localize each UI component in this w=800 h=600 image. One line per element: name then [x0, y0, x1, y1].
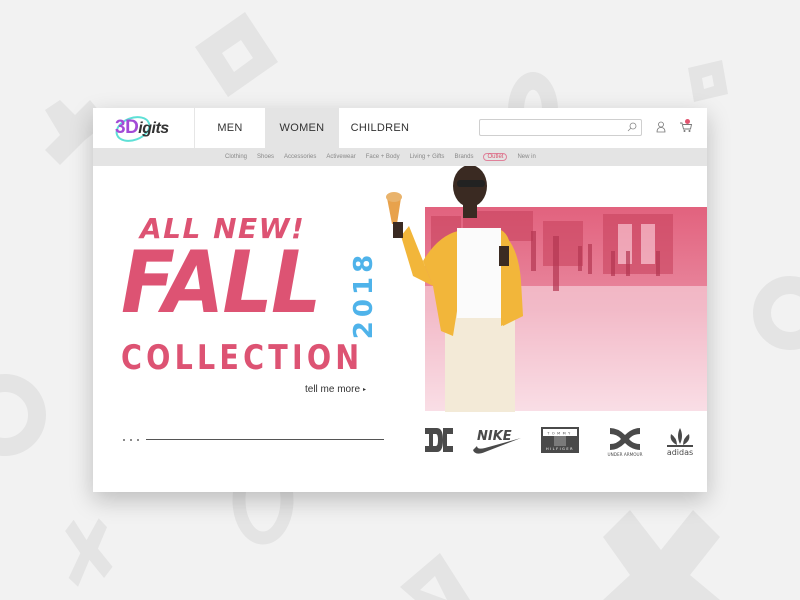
- website-mockup: 3Digits MEN WOMEN CHILDREN Clothing Shoe…: [93, 108, 707, 492]
- bg-x-shape: [65, 518, 113, 587]
- play-arrow-icon: ▸: [363, 386, 367, 393]
- subnav-item-clothing[interactable]: Clothing: [225, 154, 247, 160]
- subnav-item-face-body[interactable]: Face + Body: [366, 154, 400, 160]
- bg-ring-shape: [0, 374, 46, 456]
- bg-ring-shape: [753, 276, 800, 350]
- nike-wordmark: NIKE: [477, 429, 512, 444]
- subnav-item-accessories[interactable]: Accessories: [284, 154, 316, 160]
- search-input[interactable]: [480, 122, 620, 138]
- model-figure: [386, 166, 523, 412]
- hero-subhead: COLLECTION: [121, 338, 364, 378]
- subnav-item-shoes[interactable]: Shoes: [257, 154, 274, 160]
- nav-tab-women[interactable]: WOMEN: [265, 108, 339, 148]
- subnav-item-outlet[interactable]: Outlet: [483, 153, 508, 161]
- nav-tab-children[interactable]: CHILDREN: [339, 108, 421, 148]
- svg-text:TOMMY: TOMMY: [546, 432, 573, 436]
- brand-logos-row: ★ NIKE TOMMY HILFIGER UNDER ARMOUR adida…: [423, 426, 703, 462]
- nav-tab-men[interactable]: MEN: [195, 108, 265, 148]
- brand-adidas-logo[interactable]: adidas: [663, 426, 697, 458]
- logo-text: 3Digits: [115, 117, 169, 139]
- search-icon[interactable]: [627, 122, 637, 132]
- user-account-icon[interactable]: [656, 121, 666, 133]
- brand-dc-logo[interactable]: ★: [423, 426, 455, 454]
- top-navigation-bar: 3Digits MEN WOMEN CHILDREN: [93, 108, 707, 148]
- search-box: [479, 119, 642, 138]
- category-subnav: Clothing Shoes Accessories Activewear Fa…: [93, 148, 707, 166]
- logo-3d: 3D: [115, 117, 139, 138]
- tell-me-more-link[interactable]: tell me more ▸: [305, 384, 366, 395]
- hero-text-block: ALL NEW! FALL COLLECTION 2018 tell me mo…: [93, 166, 403, 492]
- subnav-item-living-gifts[interactable]: Living + Gifts: [410, 154, 445, 160]
- bg-diamond-shape: [400, 553, 470, 600]
- bg-x-shape: [603, 510, 720, 600]
- logo-igits: igits: [138, 120, 169, 137]
- hero-headline: FALL: [121, 233, 321, 333]
- bg-diamond-shape: [195, 12, 278, 97]
- sunglasses-icon: [457, 180, 485, 187]
- cart-badge: [685, 119, 690, 124]
- dc-star: ★: [450, 437, 455, 444]
- brand-logo[interactable]: 3Digits: [93, 108, 195, 148]
- svg-text:adidas: adidas: [667, 448, 693, 457]
- hero-year: 2018: [349, 248, 379, 340]
- svg-text:HILFIGER: HILFIGER: [546, 447, 574, 451]
- carousel-dot[interactable]: [130, 439, 132, 441]
- subnav-item-activewear[interactable]: Activewear: [326, 154, 355, 160]
- carousel-active-bar[interactable]: [146, 439, 384, 440]
- carousel-dot[interactable]: [123, 439, 125, 441]
- subnav-item-brands[interactable]: Brands: [454, 154, 473, 160]
- carousel-indicator: [123, 434, 385, 444]
- bg-x-shape: [45, 100, 100, 165]
- bg-diamond-shape: [688, 60, 728, 102]
- model-top: [457, 228, 501, 318]
- brand-tommy-hilfiger-logo[interactable]: TOMMY HILFIGER: [540, 426, 580, 454]
- hero-year-text: 2018: [349, 250, 379, 340]
- hero-image: [386, 166, 707, 412]
- subnav-item-new-in[interactable]: New in: [517, 154, 535, 160]
- brand-under-armour-logo[interactable]: UNDER ARMOUR: [600, 426, 650, 458]
- brand-nike-logo[interactable]: NIKE: [471, 426, 523, 456]
- svg-text:UNDER ARMOUR: UNDER ARMOUR: [608, 452, 643, 457]
- carousel-dot[interactable]: [137, 439, 139, 441]
- tell-me-more-label: tell me more: [305, 384, 361, 395]
